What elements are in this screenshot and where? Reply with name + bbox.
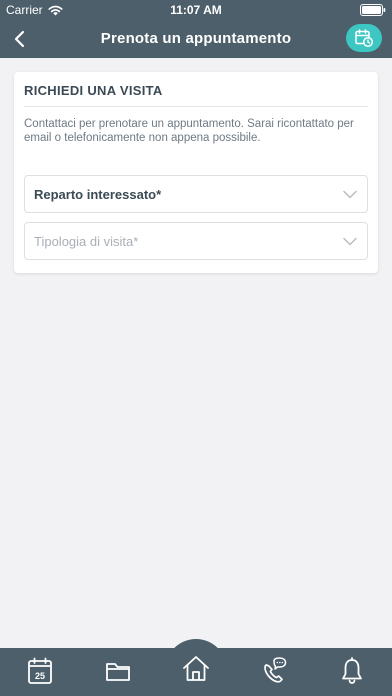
folder-icon [106, 663, 130, 681]
status-right [360, 4, 386, 19]
card-description: Contattaci per prenotare un appuntamento… [24, 118, 354, 144]
card-title: RICHIEDI UNA VISITA [24, 83, 163, 98]
calendar-icon: 25 [28, 657, 52, 684]
header: Carrier 11:07 AM Prenota un appuntamento [0, 0, 392, 58]
calendar-day-text: 25 [35, 671, 45, 681]
visit-type-select[interactable]: Tipologia di visita* [24, 222, 368, 260]
visit-type-select-label: Tipologia di visita* [34, 234, 139, 249]
chevron-down-icon [343, 190, 357, 199]
appointments-button[interactable] [346, 24, 382, 52]
phone-chat-icon [264, 657, 287, 683]
page-title: Prenota un appuntamento [100, 30, 292, 47]
tab-home[interactable] [182, 653, 210, 683]
calendar-clock-icon [355, 29, 374, 48]
visit-request-card: RICHIEDI UNA VISITA Contattaci per preno… [14, 72, 378, 273]
tab-notifications[interactable] [338, 656, 366, 686]
app-screen: Carrier 11:07 AM Prenota un appuntamento… [0, 0, 392, 696]
department-select-label: Reparto interessato* [34, 187, 162, 202]
department-select[interactable]: Reparto interessato* [24, 175, 368, 213]
chevron-down-icon [343, 237, 357, 246]
bell-icon [342, 657, 362, 684]
tab-contacts[interactable] [260, 656, 288, 686]
nav-bar: Prenota un appuntamento [0, 20, 392, 58]
home-icon [183, 656, 209, 681]
tab-documents[interactable] [104, 656, 132, 686]
card-divider [24, 106, 368, 107]
status-bar: Carrier 11:07 AM [0, 0, 392, 20]
tab-calendar[interactable]: 25 [26, 656, 54, 686]
status-time: 11:07 AM [170, 3, 222, 17]
battery-icon [360, 4, 386, 16]
